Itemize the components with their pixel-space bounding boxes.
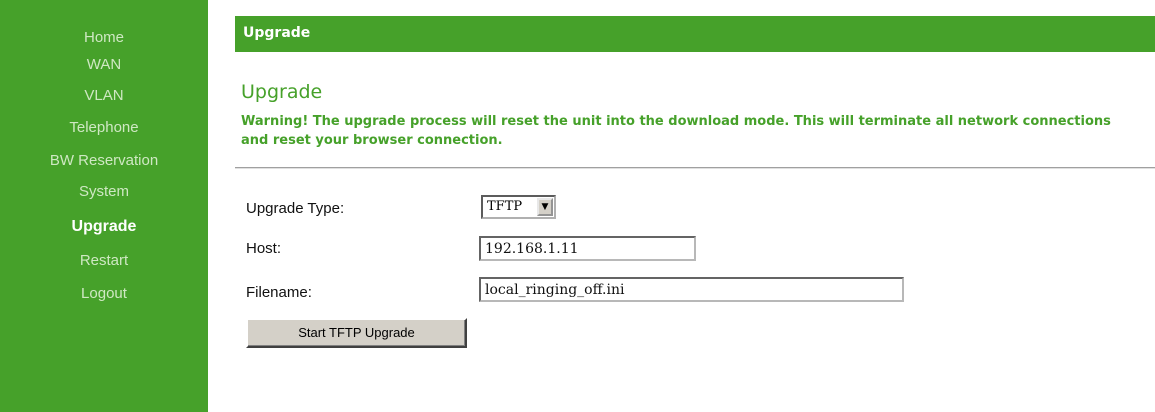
chevron-down-icon[interactable]: ▼ (537, 198, 553, 216)
sidebar-item-vlan[interactable]: VLAN (0, 87, 208, 105)
sidebar-item-upgrade[interactable]: Upgrade (0, 218, 208, 236)
header-bar: Upgrade (235, 16, 1155, 52)
sidebar-item-telephone[interactable]: Telephone (0, 119, 208, 137)
filename-label: Filename: (246, 284, 312, 301)
upgrade-type-select[interactable]: TFTP ▼ (481, 195, 556, 219)
divider (235, 167, 1155, 169)
upgrade-type-label: Upgrade Type: (246, 200, 345, 217)
sidebar-item-home[interactable]: Home (0, 29, 208, 47)
sidebar-item-system[interactable]: System (0, 183, 208, 201)
page-title: Upgrade (241, 81, 323, 103)
warning-message: Warning! The upgrade process will reset … (241, 114, 1111, 148)
sidebar-item-restart[interactable]: Restart (0, 252, 208, 270)
sidebar-nav: Home WAN VLAN Telephone BW Reservation S… (0, 0, 208, 412)
sidebar-item-bw-reservation[interactable]: BW Reservation (0, 152, 208, 170)
sidebar-item-logout[interactable]: Logout (0, 285, 208, 303)
header-title: Upgrade (243, 25, 311, 41)
host-input[interactable]: 192.168.1.11 (479, 236, 696, 261)
sidebar-item-wan[interactable]: WAN (0, 56, 208, 74)
upgrade-type-value: TFTP (487, 199, 523, 214)
filename-input[interactable]: local_ringing_off.ini (479, 277, 904, 302)
host-label: Host: (246, 240, 282, 257)
start-tftp-upgrade-button[interactable]: Start TFTP Upgrade (246, 318, 467, 348)
